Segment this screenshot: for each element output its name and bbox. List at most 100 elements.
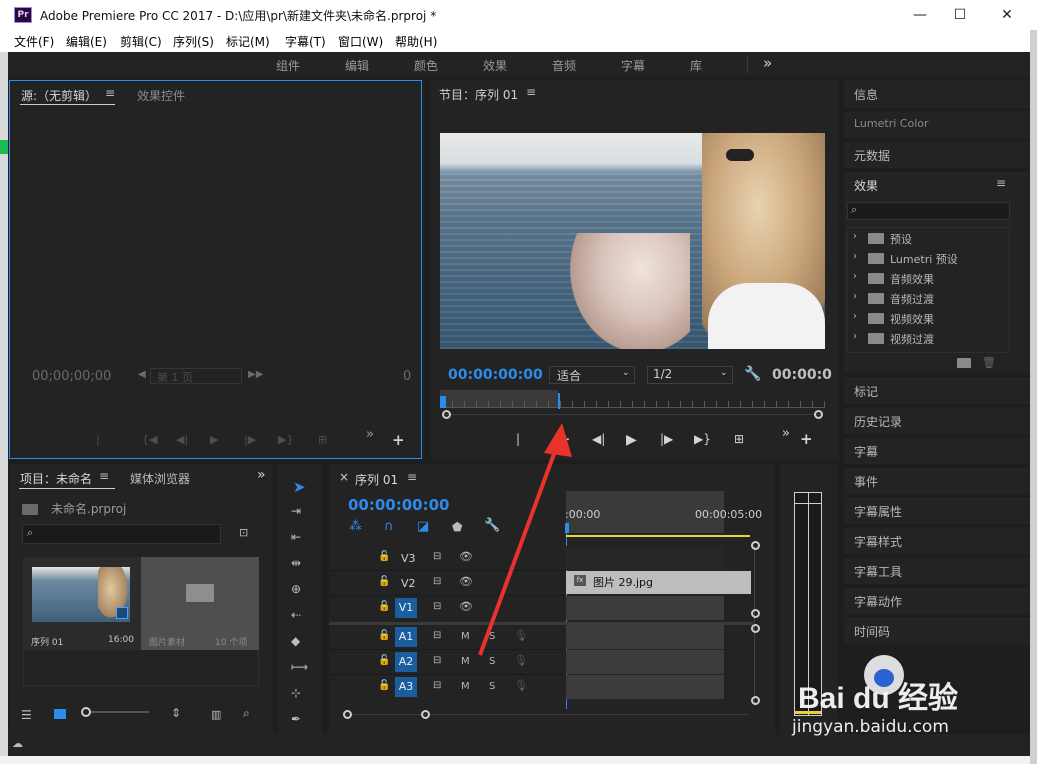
program-scroll-handle-left[interactable] <box>442 410 451 419</box>
workspace-tab-assembly[interactable]: 组件 <box>276 57 300 74</box>
source-panel-menu-icon[interactable]: ≡ <box>105 86 115 100</box>
panel-markers[interactable]: 标记 <box>844 376 1030 404</box>
workspace-overflow-icon[interactable]: » <box>763 54 772 72</box>
program-more-icon[interactable]: » <box>782 426 790 441</box>
tab-project[interactable]: 项目：未命名 <box>20 470 92 487</box>
source-mark-in-icon[interactable]: | <box>96 433 100 446</box>
hscroll-handle[interactable] <box>421 710 430 719</box>
source-goto-in-icon[interactable]: {◀ <box>142 433 157 446</box>
track-label[interactable]: V1 <box>395 598 417 618</box>
find-icon[interactable]: ⌕ <box>243 706 250 721</box>
panel-title-properties[interactable]: 字幕属性 <box>844 496 1030 524</box>
panel-metadata[interactable]: 元数据 <box>844 140 1030 168</box>
menu-sequence[interactable]: 序列(S) <box>173 33 214 50</box>
fit-dropdown[interactable]: 适合 ⌄ <box>549 366 635 384</box>
sync-lock-icon[interactable]: ⊟ <box>433 551 441 562</box>
resolution-dropdown[interactable]: 1/2 ⌄ <box>647 366 733 384</box>
selection-tool-icon[interactable]: ➤ <box>293 478 306 496</box>
nest-icon[interactable]: ⁂ <box>349 519 362 534</box>
menu-marker[interactable]: 标记(M) <box>226 33 270 50</box>
lock-icon[interactable]: 🔓 <box>378 576 390 587</box>
track-select-tool-icon[interactable]: ⇥ <box>291 504 301 518</box>
razor-tool-icon[interactable]: ◆ <box>291 634 300 648</box>
timeline-tab[interactable]: 序列 01 <box>355 471 398 488</box>
trash-icon[interactable]: 🗑 <box>982 356 996 369</box>
list-view-icon[interactable]: ☰ <box>21 708 32 722</box>
linked-selection-icon[interactable]: ◪ <box>417 519 429 534</box>
program-scroll-handle-right[interactable] <box>814 410 823 419</box>
program-panel-menu-icon[interactable]: ≡ <box>526 85 536 99</box>
program-play-icon[interactable]: ▶ <box>626 432 637 448</box>
sync-lock-icon[interactable]: ⊟ <box>433 601 441 612</box>
workspace-tab-effects[interactable]: 效果 <box>483 57 507 74</box>
track-content-v1[interactable] <box>566 596 724 620</box>
effect-folder-video-transitions[interactable]: › 视频过渡 <box>848 328 1009 348</box>
sort-icon[interactable]: ⇕ <box>171 706 181 720</box>
ripple-edit-tool-icon[interactable]: ⇤ <box>291 530 301 544</box>
sync-lock-icon[interactable]: ⊟ <box>433 576 441 587</box>
program-title[interactable]: 节目：序列 01 <box>439 86 518 103</box>
timeline-menu-icon[interactable]: ≡ <box>407 470 417 484</box>
new-search-bin-icon[interactable]: ⊡ <box>239 526 248 539</box>
effects-title[interactable]: 效果 <box>854 177 878 194</box>
zoom-slider-handle[interactable] <box>81 707 91 717</box>
program-goto-out-icon[interactable]: ▶} <box>694 432 711 446</box>
panel-events[interactable]: 事件 <box>844 466 1030 494</box>
menu-file[interactable]: 文件(F) <box>14 33 54 50</box>
source-step-back-icon[interactable]: ◀| <box>176 433 188 446</box>
menu-help[interactable]: 帮助(H) <box>395 33 437 50</box>
track-content-a3[interactable] <box>566 675 724 699</box>
vscroll-handle[interactable] <box>751 696 760 705</box>
slide-tool-icon[interactable]: ⊹ <box>291 686 301 700</box>
program-lift-icon[interactable]: ⊞ <box>734 432 744 446</box>
panel-title-styles[interactable]: 字幕样式 <box>844 526 1030 554</box>
vscroll-handle[interactable] <box>751 609 760 618</box>
lock-icon[interactable]: 🔓 <box>378 630 390 641</box>
program-video-frame[interactable] <box>440 133 825 349</box>
tab-media-browser[interactable]: 媒体浏览器 <box>130 470 190 487</box>
track-content-a2[interactable] <box>566 650 724 674</box>
panel-lumetri-color[interactable]: Lumetri Color <box>844 110 1030 138</box>
source-add-button-icon[interactable]: + <box>392 431 405 449</box>
program-step-back-icon[interactable]: ◀| <box>592 432 605 446</box>
panel-title-tools[interactable]: 字幕工具 <box>844 556 1030 584</box>
panel-captions[interactable]: 字幕 <box>844 436 1030 464</box>
project-overflow-icon[interactable]: » <box>257 467 266 483</box>
project-panel-menu-icon[interactable]: ≡ <box>99 469 109 483</box>
program-playhead[interactable] <box>440 396 446 408</box>
panel-history[interactable]: 历史记录 <box>844 406 1030 434</box>
track-content-a1[interactable] <box>566 625 724 649</box>
solo-button[interactable]: S <box>489 681 495 692</box>
rolling-edit-tool-icon[interactable]: ⇹ <box>291 556 301 570</box>
sync-lock-icon[interactable]: ⊟ <box>433 630 441 641</box>
rate-stretch-tool-icon[interactable]: ⊕ <box>291 582 301 596</box>
track-label[interactable]: V3 <box>401 552 416 565</box>
menu-window[interactable]: 窗口(W) <box>338 33 383 50</box>
tab-effect-controls[interactable]: 效果控件 <box>137 87 185 104</box>
vscroll-handle[interactable] <box>751 624 760 633</box>
creative-cloud-icon[interactable]: ☁ <box>12 737 23 750</box>
source-timecode[interactable]: 00;00;00;00 <box>32 369 111 384</box>
effects-search-input[interactable]: ⌕ <box>847 202 1010 220</box>
menu-clip[interactable]: 剪辑(C) <box>120 33 162 50</box>
menu-edit[interactable]: 编辑(E) <box>66 33 107 50</box>
workspace-tab-libraries[interactable]: 库 <box>690 57 702 74</box>
project-item-sequence[interactable]: 序列 01 16:00 <box>23 557 141 650</box>
mute-button[interactable]: M <box>461 681 470 692</box>
effect-folder-audio-transitions[interactable]: › 音频过渡 <box>848 288 1009 308</box>
lock-icon[interactable]: 🔓 <box>378 601 390 612</box>
tab-source[interactable]: 源:（无剪辑） <box>21 87 97 104</box>
source-goto-out-icon[interactable]: ▶} <box>278 433 293 446</box>
program-timecode[interactable]: 00:00:00:00 <box>448 367 543 383</box>
source-play-icon[interactable]: ▶ <box>210 433 218 446</box>
panel-title-actions[interactable]: 字幕动作 <box>844 586 1030 614</box>
zoom-slider[interactable] <box>85 711 149 713</box>
sync-lock-icon[interactable]: ⊟ <box>433 680 441 691</box>
source-page-field[interactable]: 第 1 页 <box>150 368 242 384</box>
clip-picture-29[interactable]: fx 图片 29.jpg <box>566 571 751 594</box>
source-next-icon[interactable]: ▶▶ <box>248 369 263 380</box>
close-button[interactable]: ✕ <box>984 0 1030 30</box>
track-label[interactable]: A1 <box>395 627 417 647</box>
workspace-tab-color[interactable]: 颜色 <box>414 57 438 74</box>
wrench-icon[interactable]: 🔧 <box>744 366 761 382</box>
